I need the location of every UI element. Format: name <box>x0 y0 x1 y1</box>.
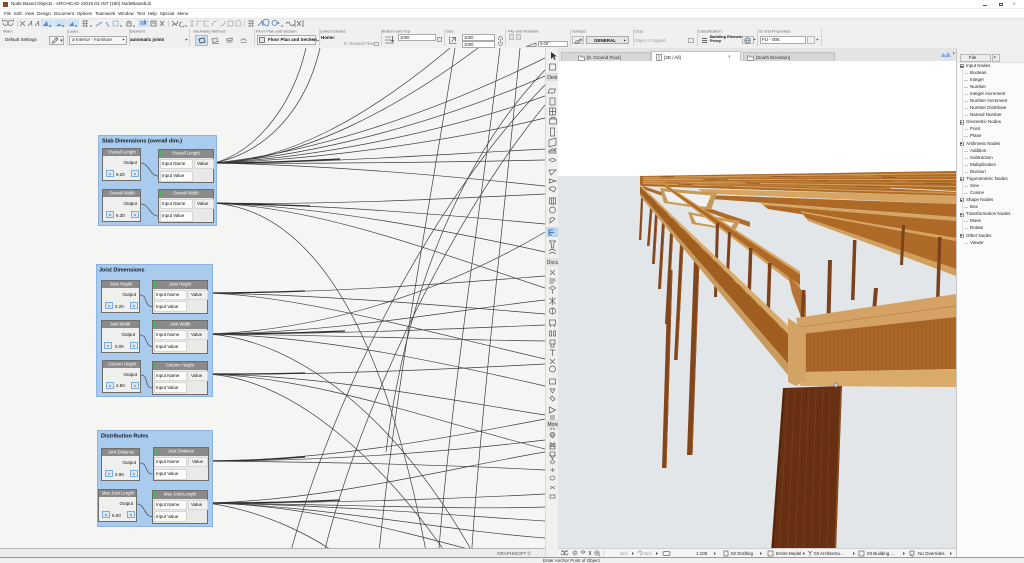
svg-text:03 Building ...: 03 Building ... <box>867 551 894 556</box>
svg-text:N/A: N/A <box>644 551 652 556</box>
svg-text:Entire Model: Entire Model <box>776 551 801 556</box>
svg-text:1:100: 1:100 <box>696 551 708 556</box>
svg-text:Docu: Docu <box>547 260 559 266</box>
svg-text:No Overrides: No Overrides <box>918 551 945 556</box>
svg-text:Desi: Desi <box>547 75 557 81</box>
svg-text:02 Drafting: 02 Drafting <box>731 551 754 556</box>
svg-text:03 Architectu...: 03 Architectu... <box>814 551 844 556</box>
svg-text:N/A: N/A <box>620 551 628 556</box>
